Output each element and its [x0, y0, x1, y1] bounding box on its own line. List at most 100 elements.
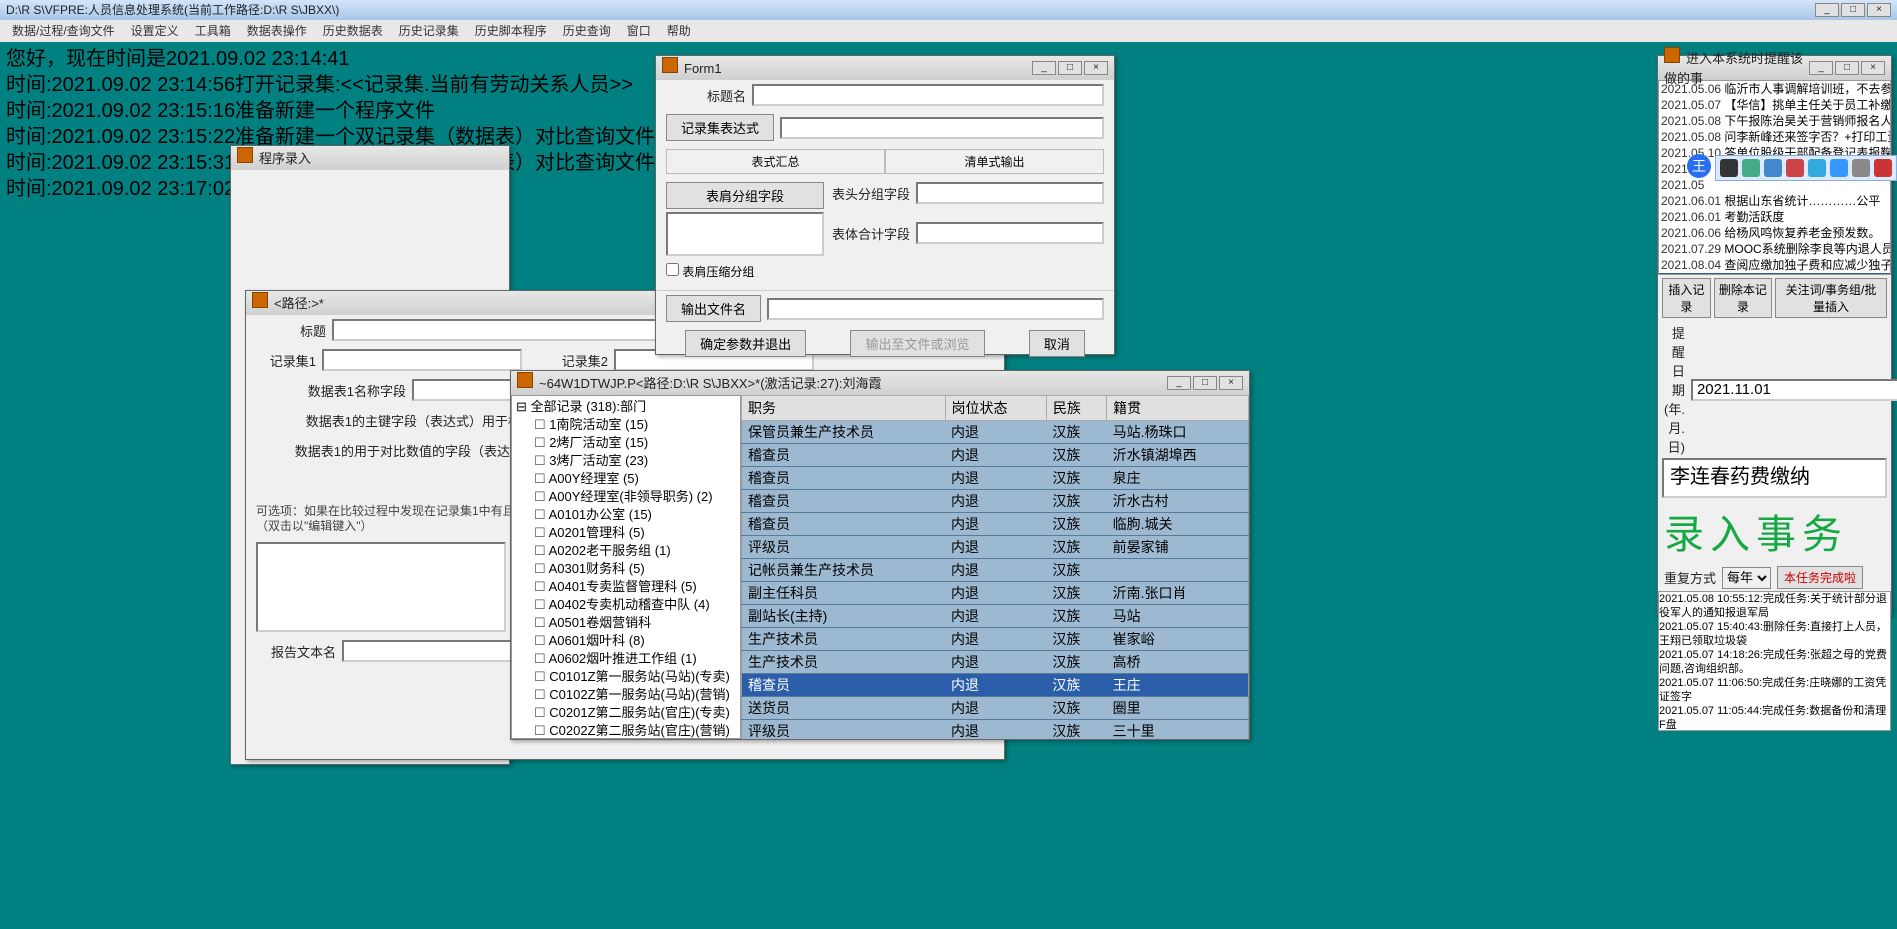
table-row[interactable]: 副站长(主持)内退汉族马站: [742, 605, 1249, 628]
close-icon[interactable]: ×: [1084, 61, 1108, 75]
reminder-row[interactable]: 2021.06.06 给杨风鸣恢复养老金预发数。: [1659, 225, 1890, 241]
tree-panel[interactable]: 全部记录 (318):部门1南院活动室 (15)2烤厂活动室 (15)3烤厂活动…: [511, 395, 741, 739]
input-rs1[interactable]: [322, 349, 522, 371]
table-row[interactable]: 副主任科员内退汉族沂南.张口肖: [742, 582, 1249, 605]
table-row[interactable]: 稽查员内退汉族沂水镇湖埠西: [742, 444, 1249, 467]
download-icon[interactable]: [1830, 159, 1848, 177]
maximize-icon[interactable]: □: [1193, 376, 1217, 390]
pin-icon[interactable]: [1874, 159, 1892, 177]
reminder-row[interactable]: 2021.05.06 临沂市人事调解培训班，不去参加: [1659, 81, 1890, 97]
reminder-row[interactable]: 2021.08.04 查阅应缴加独子费和应减少独子费: [1659, 257, 1890, 273]
menu-item[interactable]: 历史查询: [555, 24, 619, 38]
col-header[interactable]: 职务: [742, 396, 946, 421]
menu-item[interactable]: 历史数据表: [315, 24, 391, 38]
menu-item[interactable]: 数据/过程/查询文件: [4, 24, 123, 38]
cancel-button[interactable]: 取消: [1029, 330, 1085, 357]
char-icon[interactable]: [1720, 159, 1738, 177]
textarea-path[interactable]: [256, 542, 506, 632]
input-titlename[interactable]: [752, 84, 1104, 106]
reminder-row[interactable]: 2021.05.07 【华信】挑单主任关于员工补缴19: [1659, 97, 1890, 113]
reminder-row[interactable]: 2021.06.01 考勤活跃度: [1659, 209, 1890, 225]
compress-checkbox[interactable]: [666, 263, 679, 276]
input-sumfield[interactable]: [916, 222, 1104, 244]
close-icon[interactable]: ×: [1861, 61, 1885, 75]
tree-node[interactable]: A0402专卖机动稽查中队 (4): [516, 596, 736, 614]
tree-node[interactable]: 3烤厂活动室 (23): [516, 452, 736, 470]
tree-node[interactable]: A00Y经理室 (5): [516, 470, 736, 488]
tree-node[interactable]: A0201管理科 (5): [516, 524, 736, 542]
table-row[interactable]: 生产技术员内退汉族高桥: [742, 651, 1249, 674]
reminder-row[interactable]: 2021.07.29 MOOC系统删除李良等内退人员: [1659, 241, 1890, 257]
minimize-icon[interactable]: _: [1809, 61, 1833, 75]
menu-item[interactable]: 窗口: [619, 24, 659, 38]
done-button[interactable]: 本任务完成啦: [1777, 566, 1863, 589]
col-header[interactable]: 民族: [1046, 396, 1106, 421]
tree-node[interactable]: A0202老干服务组 (1): [516, 542, 736, 560]
table-row[interactable]: 稽查员内退汉族临朐.城关: [742, 513, 1249, 536]
input-rsexpr[interactable]: [780, 117, 1104, 139]
menu-item[interactable]: 历史脚本程序: [467, 24, 555, 38]
tree-node[interactable]: A0602烟叶推进工作组 (1): [516, 650, 736, 668]
minimize-icon[interactable]: _: [1815, 3, 1839, 17]
tree-node[interactable]: 2烤厂活动室 (15): [516, 434, 736, 452]
table-row[interactable]: 生产技术员内退汉族崔家峪: [742, 628, 1249, 651]
del-rec-button[interactable]: 删除本记录: [1714, 278, 1772, 318]
table-row[interactable]: 记帐员兼生产技术员内退汉族: [742, 559, 1249, 582]
tree-node[interactable]: A0301财务科 (5): [516, 560, 736, 578]
table-row[interactable]: 稽查员内退汉族王庄: [742, 674, 1249, 697]
input-report[interactable]: [342, 640, 522, 662]
tab-clearout[interactable]: 清单式输出: [885, 149, 1104, 174]
minimize-icon[interactable]: _: [1032, 61, 1056, 75]
table-row[interactable]: 保管员兼生产技术员内退汉族马站.杨珠口: [742, 421, 1249, 444]
colgroup-button[interactable]: 表肩分组字段: [666, 182, 824, 209]
tree-node[interactable]: C0201Z第二服务站(官庄)(专卖): [516, 704, 736, 722]
maximize-icon[interactable]: □: [1058, 61, 1082, 75]
reminder-row[interactable]: 2021.06.01 根据山东省统计…………公平: [1659, 193, 1890, 209]
outfile-button[interactable]: 输出文件名: [666, 295, 761, 322]
menu-item[interactable]: 工具箱: [187, 24, 239, 38]
minimize-icon[interactable]: _: [1167, 376, 1191, 390]
ins-rec-button[interactable]: 插入记录: [1662, 278, 1711, 318]
reminder-row[interactable]: 2021.05.08 问李新峰还来签字否？+打印工资: [1659, 129, 1890, 145]
table-row[interactable]: 评级员内退汉族前晏家铺: [742, 536, 1249, 559]
menu-item[interactable]: 数据表操作: [239, 24, 315, 38]
user-badge-icon[interactable]: 王: [1687, 154, 1711, 178]
tree-node[interactable]: A0601烟叶科 (8): [516, 632, 736, 650]
batch-button[interactable]: 关注词/事务组/批量插入: [1775, 278, 1887, 318]
tree-node[interactable]: A0101办公室 (15): [516, 506, 736, 524]
tree-node[interactable]: A00Y经理室(非领导职务) (2): [516, 488, 736, 506]
maximize-icon[interactable]: □: [1841, 3, 1865, 17]
record-event-button[interactable]: 录入事务: [1664, 498, 1885, 564]
table-row[interactable]: 稽查员内退汉族泉庄: [742, 467, 1249, 490]
tree-root[interactable]: 全部记录 (318):部门: [516, 398, 736, 416]
data-grid[interactable]: 职务岗位状态民族籍贯保管员兼生产技术员内退汉族马站.杨珠口稽查员内退汉族沂水镇湖…: [741, 395, 1249, 739]
table-row[interactable]: 稽查员内退汉族沂水古村: [742, 490, 1249, 513]
tree-node[interactable]: C0102Z第一服务站(马站)(营销): [516, 686, 736, 704]
input-headgroup[interactable]: [916, 182, 1104, 204]
rsexpr-button[interactable]: 记录集表达式: [666, 114, 774, 141]
tab-summary[interactable]: 表式汇总: [666, 149, 885, 174]
maximize-icon[interactable]: □: [1835, 61, 1859, 75]
tree-node[interactable]: 1南院活动室 (15): [516, 416, 736, 434]
tree-node[interactable]: C0101Z第一服务站(马站)(专卖): [516, 668, 736, 686]
repeat-select[interactable]: 每年: [1722, 567, 1771, 589]
ok-button[interactable]: 确定参数并退出: [685, 330, 806, 357]
cloud-icon[interactable]: [1808, 159, 1826, 177]
colgroup-text[interactable]: [666, 212, 824, 256]
tree-node[interactable]: A0501卷烟营销科: [516, 614, 736, 632]
input-outfile[interactable]: [767, 298, 1104, 320]
pen-icon[interactable]: [1764, 159, 1782, 177]
table-row[interactable]: 送货员内退汉族圈里: [742, 697, 1249, 720]
col-header[interactable]: 籍贯: [1107, 396, 1249, 421]
menu-item[interactable]: 设置定义: [123, 24, 187, 38]
person-icon[interactable]: [1852, 159, 1870, 177]
menu-item[interactable]: 帮助: [659, 24, 699, 38]
tree-node[interactable]: C0202Z第二服务站(官庄)(营销): [516, 722, 736, 739]
circle-icon[interactable]: [1742, 159, 1760, 177]
col-header[interactable]: 岗位状态: [945, 396, 1046, 421]
tree-node[interactable]: A0401专卖监督管理科 (5): [516, 578, 736, 596]
menu-item[interactable]: 历史记录集: [391, 24, 467, 38]
reminder-row[interactable]: 2021.05.08 下午报陈治昊关于营销师报名人员: [1659, 113, 1890, 129]
table-row[interactable]: 评级员内退汉族三十里: [742, 720, 1249, 740]
close-icon[interactable]: ×: [1867, 3, 1891, 17]
